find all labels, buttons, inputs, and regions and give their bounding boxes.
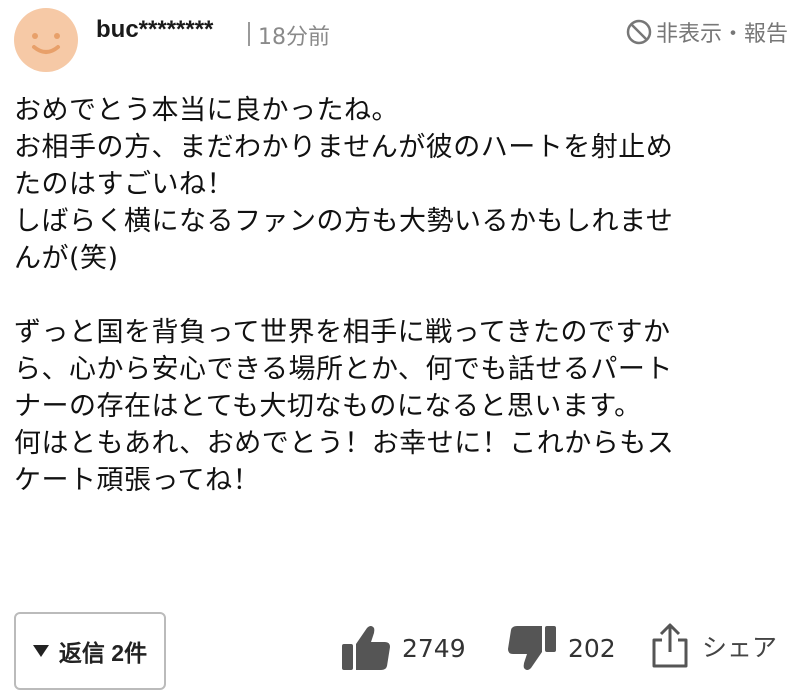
comment-paragraph: ずっと国を背負って世界を相手に戦ってきたのですか ら、心から安心できる場所とか、… [14,317,675,496]
hide-report-label: 非表示・報告 [655,22,788,47]
hide-report-button[interactable]: 非表示・報告 [626,16,788,48]
dislike-button[interactable]: 202 [506,622,616,674]
timestamp: 18分前 [258,25,330,50]
triangle-down-icon [32,645,49,657]
like-count: 2749 [402,633,466,663]
reply-count-label: 返信 2件 [58,640,148,666]
ban-icon [626,19,652,45]
share-label: シェア [702,633,778,662]
thumbs-up-icon [342,626,390,670]
share-button[interactable]: シェア [650,622,777,670]
like-button[interactable]: 2749 [340,622,466,674]
comment-actions: 返信 2件 2749 202 シェア [0,600,800,700]
comment-body: おめでとう本当に良かったね。 お相手の方、まだわかりませんが彼のハートを射止め … [14,92,794,499]
dislike-count: 202 [568,633,616,663]
share-icon [652,623,688,668]
thumbs-down-icon [508,626,556,670]
reply-toggle-button[interactable]: 返信 2件 [14,612,166,690]
comment-paragraph: おめでとう本当に良かったね。 お相手の方、まだわかりませんが彼のハートを射止め … [14,95,674,274]
smiley-avatar-icon[interactable] [14,8,78,72]
header-divider [248,22,250,46]
username[interactable]: buc******** [96,16,213,44]
comment-header: buc******** 18分前 非表示・報告 [0,0,800,80]
